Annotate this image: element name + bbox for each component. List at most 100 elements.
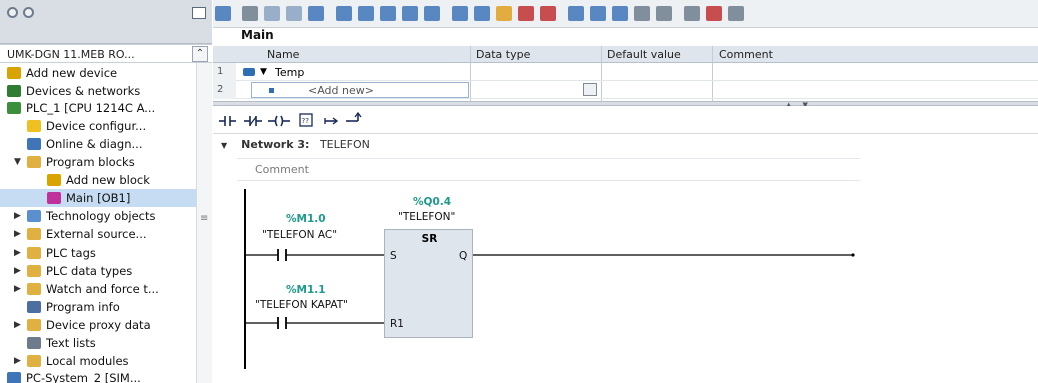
program-info-icon [27, 301, 41, 313]
expand-right-icon[interactable]: ▶ [14, 352, 21, 370]
tree-item-label: Technology objects [46, 209, 156, 223]
toolbar-action-23-icon[interactable] [728, 6, 744, 21]
pc-system-icon [7, 372, 21, 383]
tree-item[interactable]: ▶ Device proxy data [0, 316, 196, 334]
contact-1-symbol[interactable]: "TELEFON AC" [262, 229, 337, 241]
toolbar-action-11-icon[interactable] [452, 6, 468, 21]
toolbar-action-21-icon[interactable] [684, 6, 700, 21]
toolbar-action-5-icon[interactable] [308, 6, 324, 21]
toolbar-action-20-icon[interactable] [656, 6, 672, 21]
toolbar-action-4-icon[interactable] [286, 6, 302, 21]
expand-right-icon[interactable]: ▶ [14, 244, 21, 262]
toolbar-action-12-icon[interactable] [474, 6, 490, 21]
expand-right-icon[interactable]: ▶ [14, 280, 21, 298]
expand-down-icon[interactable]: ▼ [14, 153, 21, 171]
tree-scrollbar[interactable]: ≡ [196, 63, 212, 383]
sr-block-type: SR [421, 233, 438, 245]
sr-flipflop-block[interactable]: SR S Q R1 [384, 229, 473, 338]
toolbar-action-10-icon[interactable] [424, 6, 440, 21]
expand-right-icon[interactable]: ▶ [14, 225, 21, 243]
tree-item[interactable]: PC-System_2 [SIM... [0, 369, 196, 383]
contact-2-symbol[interactable]: "TELEFON KAPAT" [255, 299, 348, 311]
coil-icon[interactable] [268, 115, 290, 127]
toolbar-action-13-icon[interactable] [496, 6, 512, 21]
tree-item-label: Add new device [26, 66, 118, 80]
tree-item-label: Online & diagn... [46, 137, 143, 151]
close-branch-icon[interactable] [346, 111, 362, 122]
nc-contact-icon[interactable] [244, 116, 262, 126]
tree-item[interactable]: ▶ External source... [0, 225, 196, 243]
expand-right-icon[interactable]: ▶ [14, 262, 21, 280]
back-nav-icon[interactable] [7, 7, 18, 18]
view-options-icon[interactable] [192, 7, 206, 19]
toolbar-action-22-icon[interactable] [706, 6, 722, 21]
toolbar-action-14-icon[interactable] [518, 6, 534, 21]
interface-row-temp[interactable]: 1 ▼ Temp [213, 63, 1038, 81]
tree-item-label: Device proxy data [46, 318, 151, 332]
toolbar-action-6-icon[interactable] [336, 6, 352, 21]
contact-2-address[interactable]: %M1.1 [286, 284, 326, 296]
ladder-diagram [244, 189, 855, 369]
toolbar-action-15-icon[interactable] [540, 6, 556, 21]
toolbar-action-8-icon[interactable] [380, 6, 396, 21]
tree-item-label: Text lists [46, 336, 96, 350]
toolbar-action-1-icon[interactable] [215, 6, 231, 21]
toolbar-action-9-icon[interactable] [402, 6, 418, 21]
column-comment[interactable]: Comment [719, 48, 773, 61]
tree-item[interactable]: Devices & networks [0, 82, 196, 100]
tree-item-label: Devices & networks [26, 84, 141, 98]
toolbar-action-19-icon[interactable] [634, 6, 650, 21]
toolbar-action-18-icon[interactable] [612, 6, 628, 21]
program-editor: Main Name Data type Default value Commen… [213, 0, 1038, 383]
add-new-field[interactable]: <Add new> [251, 82, 469, 98]
tree-project-header[interactable]: UMK-DGN 11.MEB RO... ⌃ [0, 44, 212, 63]
tree-item[interactable]: ▶ PLC data types [0, 262, 196, 280]
no-contact-icon[interactable] [219, 116, 236, 126]
empty-box-icon[interactable]: ?? [299, 113, 313, 127]
tree-item[interactable]: ▶ Technology objects [0, 207, 196, 225]
expand-right-icon[interactable]: ▶ [14, 316, 21, 334]
interface-header: Name Data type Default value Comment [213, 46, 1038, 63]
technology-icon [27, 210, 41, 222]
toolbar-action-7-icon[interactable] [358, 6, 374, 21]
tree-item[interactable]: ▶ Local modules [0, 352, 196, 370]
external-source-icon [27, 228, 41, 240]
column-data-type[interactable]: Data type [476, 48, 530, 61]
column-default-value[interactable]: Default value [607, 48, 681, 61]
tree-item[interactable]: ▼ Program blocks [0, 153, 196, 171]
tree-item[interactable]: Main [OB1] [0, 189, 196, 207]
toolbar-action-3-icon[interactable] [264, 6, 280, 21]
toolbar-action-16-icon[interactable] [568, 6, 584, 21]
tree-item[interactable]: Program info [0, 298, 196, 316]
tree-item-label: Program info [46, 300, 120, 314]
interface-row-add-new[interactable]: 2 <Add new> [213, 81, 1038, 99]
tree-item[interactable]: Online & diagn... [0, 135, 196, 153]
open-branch-icon[interactable] [324, 117, 339, 125]
expand-right-icon[interactable]: ▶ [14, 207, 21, 225]
tree-item[interactable]: PLC_1 [CPU 1214C A... [0, 99, 196, 117]
chevron-up-icon[interactable]: ⌃ [192, 46, 208, 62]
toolbar-action-2-icon[interactable] [242, 6, 258, 21]
pin-q: Q [459, 250, 468, 262]
tree-item[interactable]: ▶ PLC tags [0, 244, 196, 262]
expand-arrow-icon[interactable]: ▼ [260, 67, 267, 77]
tree-item[interactable]: Device configur... [0, 117, 196, 135]
tree-item[interactable]: ▶ Watch and force t... [0, 280, 196, 298]
tree-item[interactable]: Add new device [0, 64, 196, 82]
tree-item[interactable]: Text lists [0, 334, 196, 352]
sr-symbol[interactable]: "TELEFON" [398, 211, 455, 223]
member-icon [269, 88, 274, 93]
forward-nav-icon[interactable] [23, 7, 34, 18]
tree-toolbar [0, 0, 212, 44]
data-type-picker-icon[interactable] [583, 83, 597, 96]
row-number: 1 [213, 63, 236, 81]
toolbar-action-17-icon[interactable] [590, 6, 606, 21]
column-name[interactable]: Name [267, 48, 299, 61]
network-icon [7, 85, 21, 97]
contact-1-address[interactable]: %M1.0 [286, 213, 326, 225]
network-3: ▼ Network 3: TELEFON Comment %M1.0 "TELE… [213, 134, 1038, 383]
local-modules-icon [27, 355, 41, 367]
sr-address[interactable]: %Q0.4 [413, 196, 451, 208]
pin-r1: R1 [390, 318, 404, 330]
tree-item[interactable]: Add new block [0, 171, 196, 189]
